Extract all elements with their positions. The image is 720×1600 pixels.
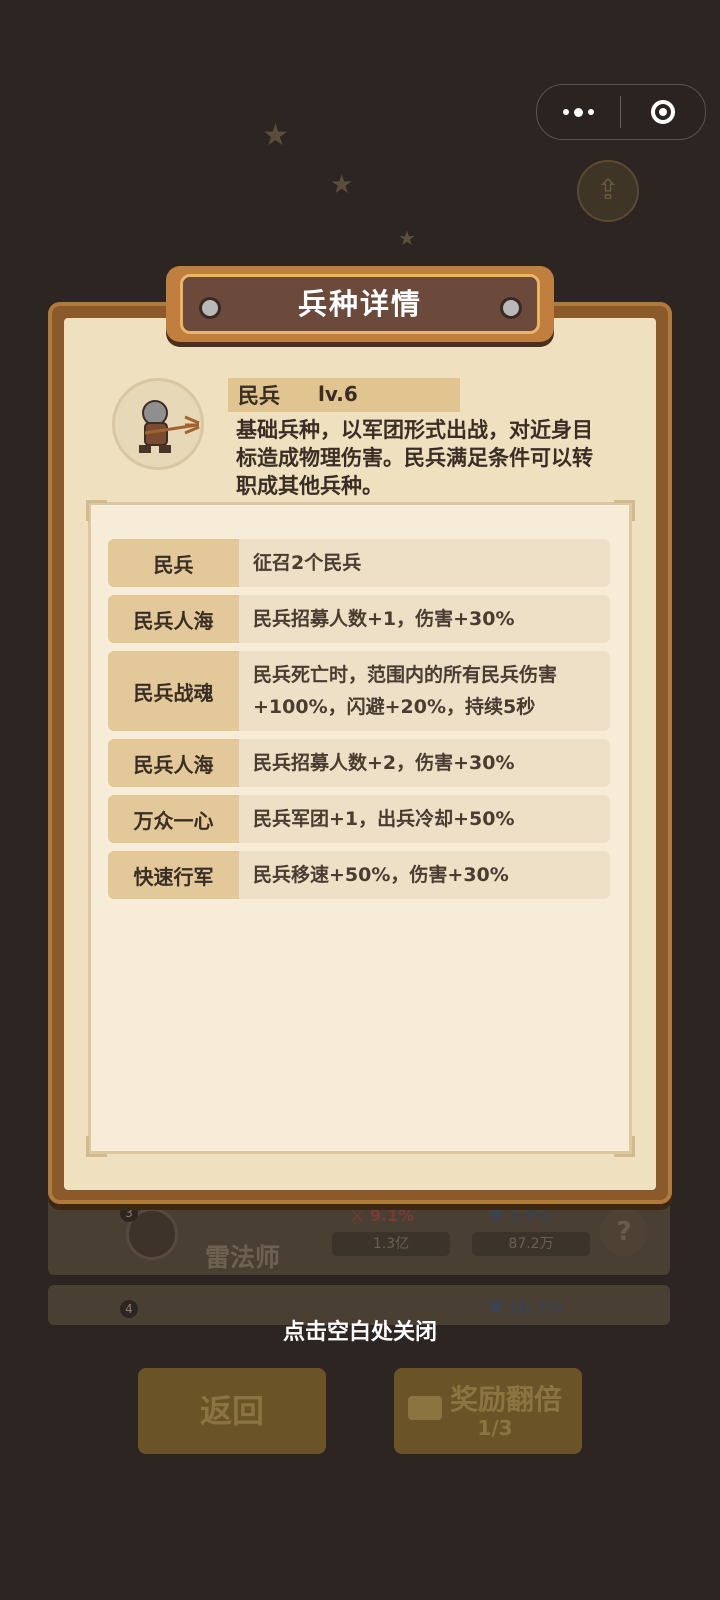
- question-icon[interactable]: ?: [600, 1208, 648, 1256]
- defense-percent: ⛊ 3.9%: [490, 1206, 552, 1225]
- modal-title: 兵种详情: [297, 287, 422, 321]
- share-icon[interactable]: ⇪: [577, 160, 639, 222]
- skill-description: 民兵移速+50%，伤害+30%: [253, 864, 509, 886]
- militia-pitchfork-icon: [112, 378, 204, 470]
- panel-corner: [86, 500, 107, 521]
- unit-level: lv.6: [318, 382, 358, 406]
- defense-value: 87.2万: [472, 1232, 590, 1256]
- skill-name: 民兵: [108, 539, 239, 587]
- skill-description: 民兵军团+1，出兵冷却+50%: [253, 808, 515, 830]
- skill-row: 万众一心 民兵军团+1，出兵冷却+50%: [108, 795, 610, 843]
- skill-name: 万众一心: [108, 795, 239, 843]
- skills-list: 民兵 征召2个民兵 民兵人海 民兵招募人数+1，伤害+30% 民兵战魂 民兵死亡…: [108, 539, 610, 907]
- skill-row: 民兵人海 民兵招募人数+1，伤害+30%: [108, 595, 610, 643]
- rank-number: 3: [120, 1204, 138, 1222]
- star-decoration-icon: ★: [330, 170, 354, 200]
- skill-row: 快速行军 民兵移速+50%，伤害+30%: [108, 851, 610, 899]
- more-dots-icon[interactable]: [537, 85, 620, 139]
- miniprogram-capsule: [536, 84, 706, 140]
- reward-count: 1/3: [477, 1416, 513, 1440]
- shield-icon: ⛊: [490, 1206, 503, 1225]
- star-decoration-icon: ★: [262, 118, 289, 153]
- panel-corner: [86, 1136, 107, 1157]
- unit-name: 民兵: [238, 384, 280, 408]
- target-circle-icon[interactable]: [621, 100, 705, 124]
- close-hint[interactable]: 点击空白处关闭: [0, 1314, 720, 1346]
- video-camera-icon: [408, 1396, 442, 1420]
- skill-row: 民兵人海 民兵招募人数+2，伤害+30%: [108, 739, 610, 787]
- attack-percent: ⚔ 9.1%: [350, 1206, 415, 1225]
- skill-description: 民兵招募人数+1，伤害+30%: [253, 608, 515, 630]
- skill-name: 民兵战魂: [108, 651, 239, 731]
- star-decoration-icon: ★: [398, 226, 416, 250]
- panel-corner: [614, 500, 635, 521]
- sword-icon: ⚔: [350, 1206, 365, 1225]
- skill-name: 快速行军: [108, 851, 239, 899]
- unit-description: 基础兵种，以军团形式出战，对近身目标造成物理伤害。民兵满足条件可以转职成其他兵种…: [236, 418, 593, 498]
- reward-double-label: 奖励翻倍: [450, 1383, 563, 1416]
- skill-row: 民兵 征召2个民兵: [108, 539, 610, 587]
- attack-value: 1.3亿: [332, 1232, 450, 1256]
- hero-name: 雷法师: [205, 1243, 281, 1272]
- skill-description: 民兵死亡时，范围内的所有民兵伤害+100%，闪避+20%，持续5秒: [253, 664, 558, 718]
- skill-row: 民兵战魂 民兵死亡时，范围内的所有民兵伤害+100%，闪避+20%，持续5秒: [108, 651, 610, 731]
- skill-name: 民兵人海: [108, 739, 239, 787]
- skill-description: 民兵招募人数+2，伤害+30%: [253, 752, 515, 774]
- skill-description: 征召2个民兵: [253, 552, 362, 574]
- reward-double-button[interactable]: 奖励翻倍 1/3: [394, 1368, 582, 1454]
- skill-name: 民兵人海: [108, 595, 239, 643]
- panel-corner: [614, 1136, 635, 1157]
- back-button[interactable]: 返回: [138, 1368, 326, 1454]
